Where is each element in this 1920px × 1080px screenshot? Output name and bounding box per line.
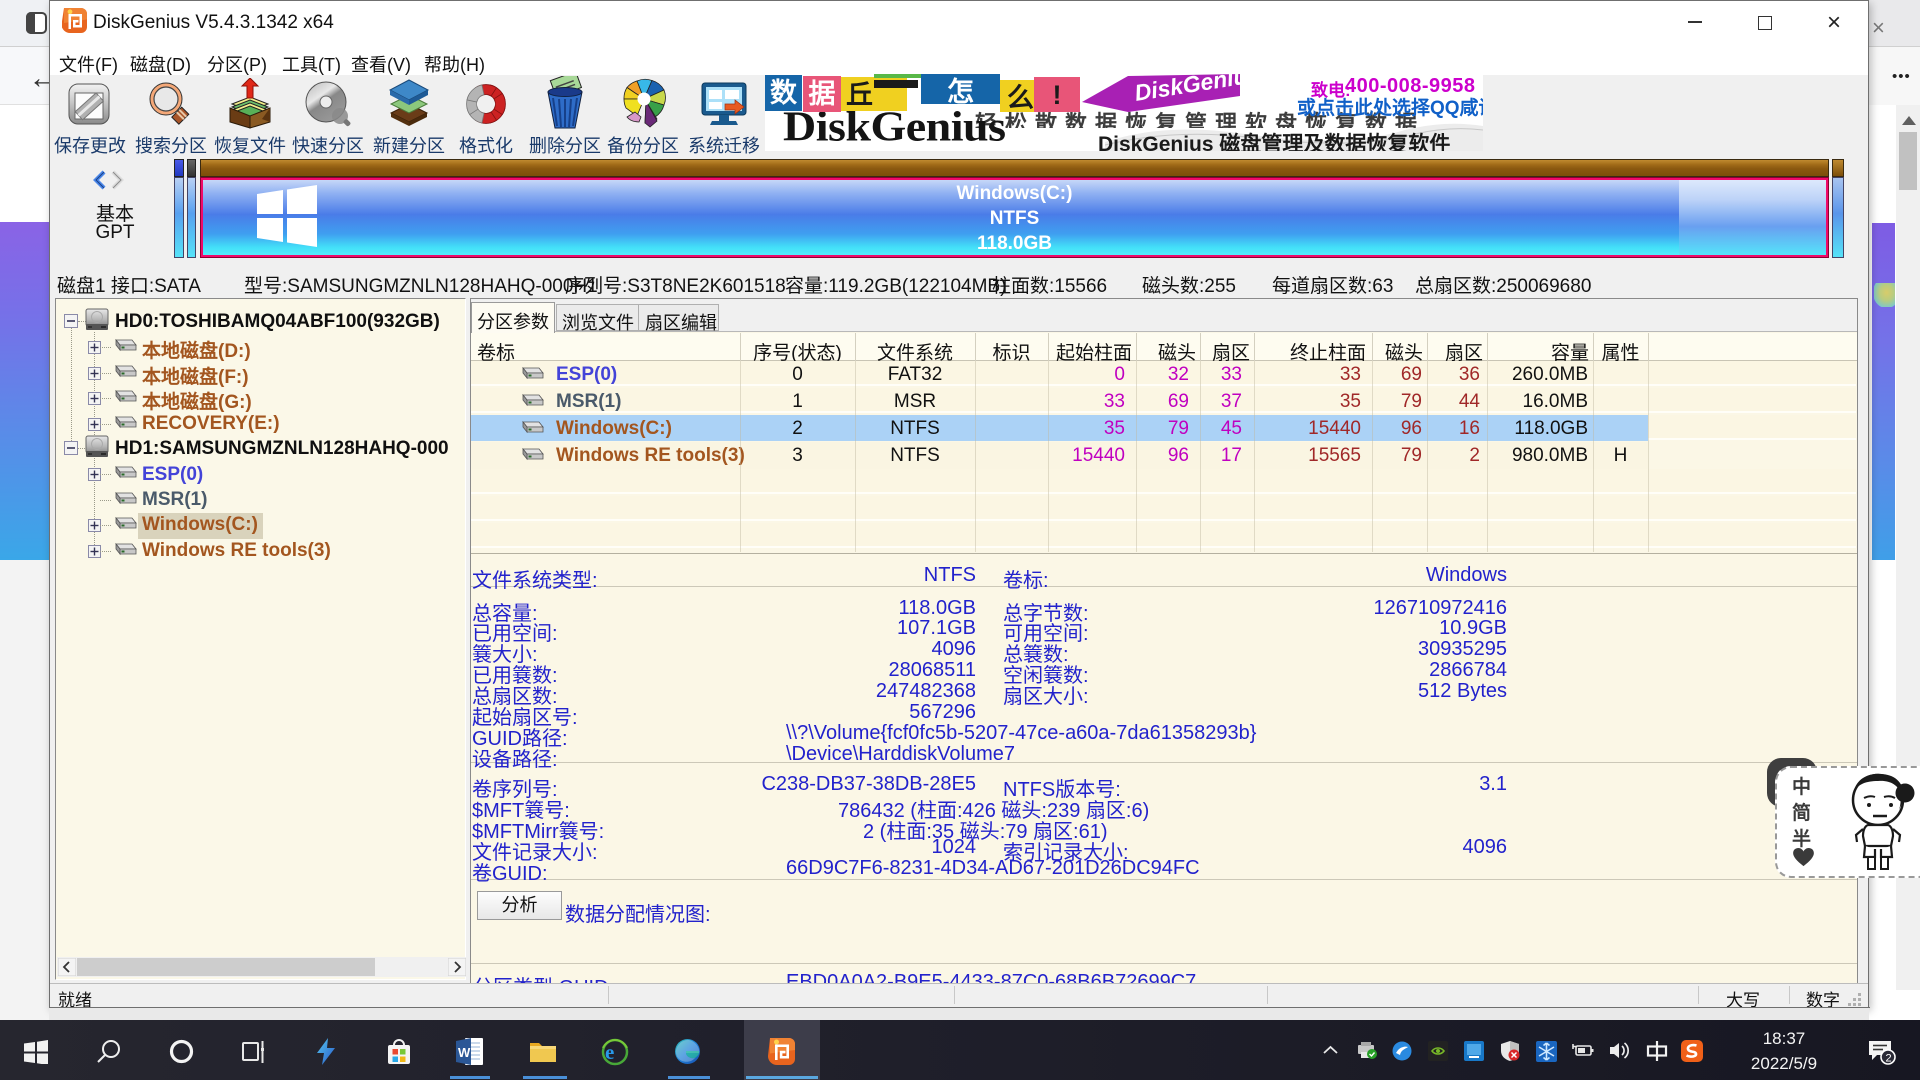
svg-text:W: W [458, 1045, 471, 1060]
svg-text:2: 2 [1886, 1053, 1892, 1065]
